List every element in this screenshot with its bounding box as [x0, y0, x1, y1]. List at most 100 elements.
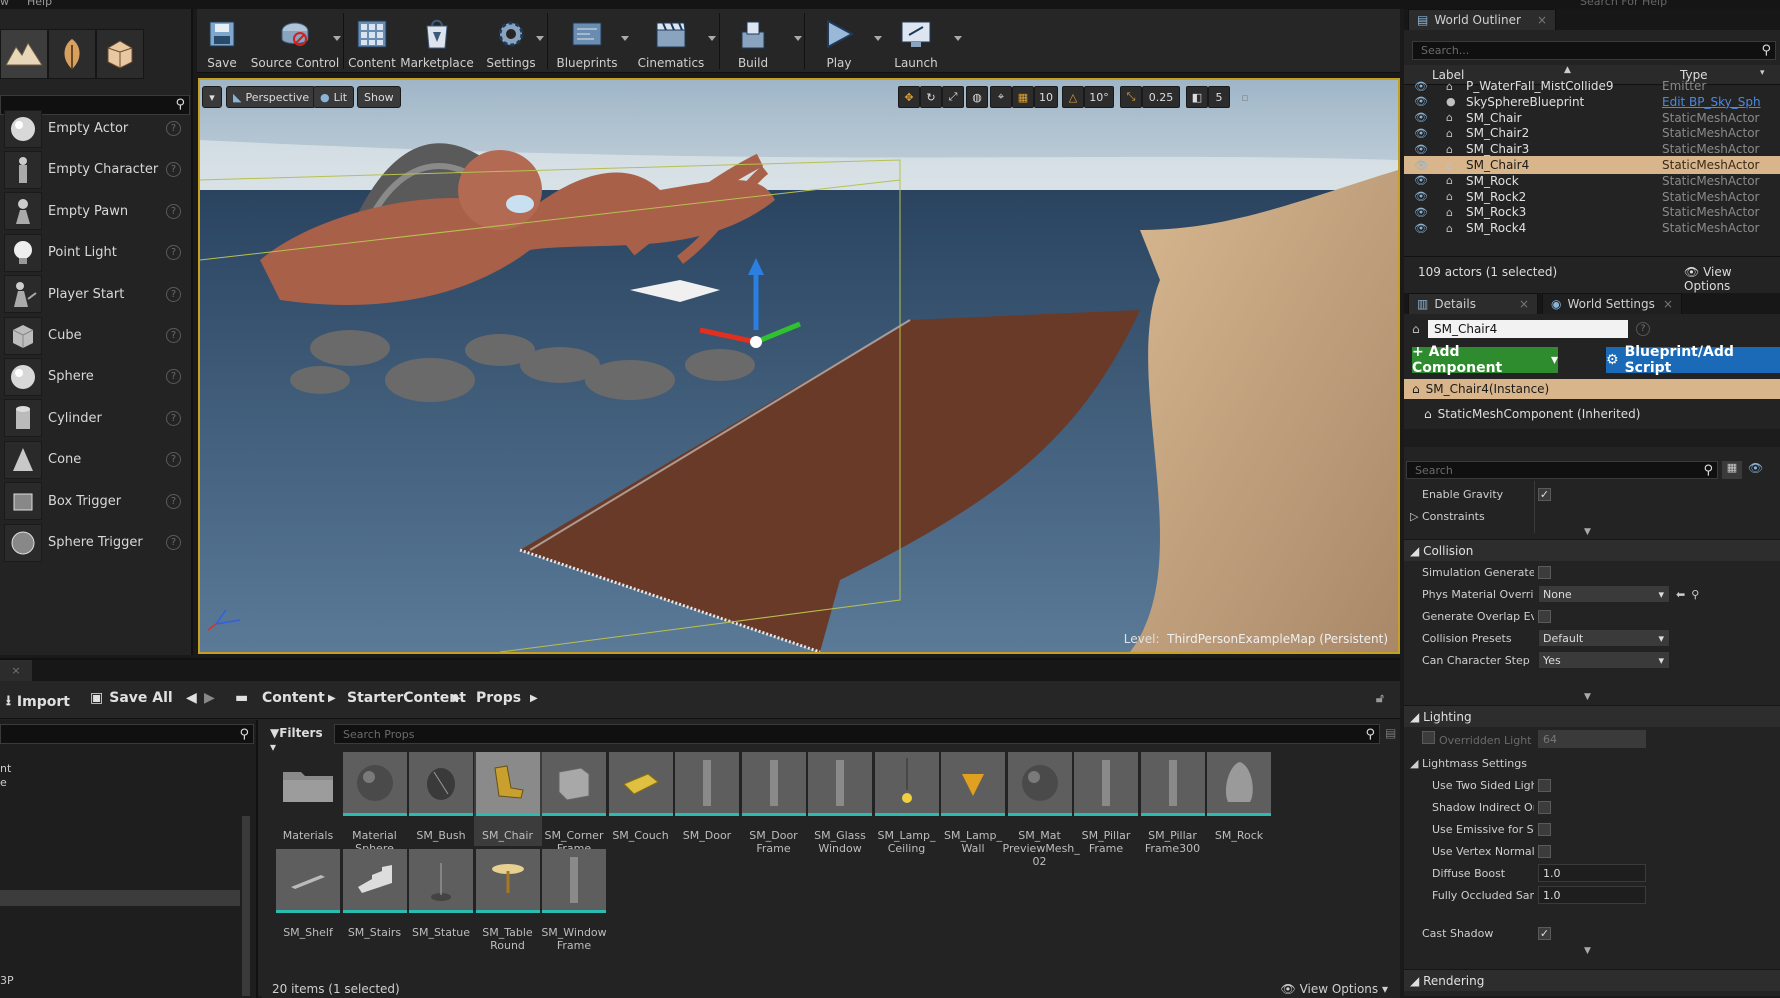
prop-checkbox[interactable]	[1538, 609, 1551, 623]
help-icon[interactable]: ?	[166, 452, 181, 468]
property-matrix-icon[interactable]: ▦	[1722, 461, 1742, 479]
breadcrumb-props[interactable]: Props	[476, 690, 521, 706]
asset-tile[interactable]: SM_Rock	[1205, 752, 1273, 842]
asset-tile[interactable]: Materials	[274, 752, 342, 842]
help-search-input[interactable]: Search For Help	[1580, 0, 1667, 8]
outliner-search-input[interactable]: Search... ⚲	[1412, 41, 1776, 60]
tab-details[interactable]: ▥ Details ×	[1408, 293, 1538, 314]
asset-tile[interactable]: SM_Lamp_ Wall	[939, 752, 1007, 855]
advanced-expand-icon[interactable]: ▼	[1584, 946, 1591, 956]
prop-dropdown[interactable]: None ▾	[1538, 585, 1670, 603]
overridden-light-checkbox[interactable]	[1422, 731, 1435, 744]
grid-snap-icon[interactable]: ▦	[1012, 86, 1034, 108]
details-search-input[interactable]: Search ⚲	[1406, 461, 1718, 479]
geometry-mode-button[interactable]	[96, 29, 144, 79]
asset-tile[interactable]: SM_Corner Frame	[540, 752, 608, 855]
source-control-button[interactable]: Source Control	[250, 9, 340, 73]
folder-icon[interactable]: ▬	[235, 690, 248, 706]
place-item-sphere[interactable]: Sphere?	[0, 353, 190, 400]
eye-icon[interactable]: 👁︎	[1414, 81, 1428, 93]
level-viewport[interactable]: ▾ ◣ Perspective ● Lit Show ✥ ↻ ⤢ ◍ ⌖ ▦ 10 …	[198, 78, 1400, 654]
help-icon[interactable]: ?	[166, 410, 181, 426]
close-icon[interactable]: ×	[1519, 297, 1529, 311]
import-button[interactable]: ⭳ Import	[6, 690, 70, 714]
marketplace-button[interactable]: Marketplace	[399, 9, 475, 73]
save-search-icon[interactable]: ▤	[1385, 726, 1396, 740]
eye-icon[interactable]: 👁︎	[1414, 190, 1428, 203]
folder-search-input[interactable]: ⚲	[0, 724, 254, 744]
place-item-empty-character[interactable]: Empty Character?	[0, 146, 190, 193]
asset-search-input[interactable]: Search Props ⚲	[334, 724, 1380, 744]
help-icon[interactable]: ?	[166, 328, 181, 343]
prop-checkbox[interactable]	[1538, 778, 1551, 792]
asset-tile[interactable]: SM_Door Frame	[740, 752, 808, 855]
grid-snap-value[interactable]: 10	[1034, 86, 1058, 108]
source-control-dropdown[interactable]	[333, 36, 341, 41]
overridden-light-value[interactable]: 64	[1538, 730, 1646, 748]
help-icon[interactable]: ?	[166, 286, 181, 302]
cinematics-button[interactable]: Cinematics	[631, 9, 711, 73]
help-icon[interactable]: ?	[166, 493, 181, 509]
asset-tile[interactable]: Material Sphere	[341, 752, 409, 855]
place-item-sphere-trigger[interactable]: Sphere Trigger?	[0, 519, 190, 566]
prop-dropdown[interactable]: Yes ▾	[1538, 651, 1670, 669]
eye-icon[interactable]: 👁︎	[1414, 206, 1428, 219]
help-icon[interactable]: ?	[166, 245, 181, 261]
camera-speed-icon[interactable]: ◧	[1186, 86, 1208, 108]
eye-icon[interactable]: 👁︎	[1414, 143, 1428, 156]
asset-tile[interactable]: SM_Mat PreviewMesh_ 02	[1003, 752, 1080, 868]
filters-button[interactable]: ▼Filters ▾	[270, 726, 323, 754]
show-button[interactable]: Show	[357, 86, 401, 108]
forward-button[interactable]: ▶	[204, 690, 215, 706]
tab-world-outliner[interactable]: ▤ World Outliner ×	[1408, 9, 1556, 30]
help-icon[interactable]: ?	[166, 535, 181, 550]
asset-tile[interactable]: SM_Glass Window	[806, 752, 874, 855]
help-icon[interactable]: ?	[166, 162, 181, 178]
content-button[interactable]: Content	[347, 9, 397, 73]
help-icon[interactable]: ?	[166, 203, 181, 219]
cast-shadow-checkbox[interactable]: ✓	[1538, 926, 1551, 940]
menu-window[interactable]: w	[0, 0, 9, 8]
back-button[interactable]: ◀	[186, 690, 197, 706]
launch-dropdown[interactable]	[954, 36, 962, 41]
asset-tile[interactable]: SM_Pillar Frame300	[1139, 752, 1207, 855]
close-icon[interactable]: ×	[1663, 297, 1673, 311]
component-row[interactable]: ⌂ StaticMeshComponent (Inherited)	[1424, 407, 1640, 421]
eye-icon[interactable]: 👁︎	[1414, 95, 1428, 108]
scale-snap-value[interactable]: 0.25	[1142, 86, 1180, 108]
help-icon[interactable]: ?	[1636, 322, 1650, 336]
actor-name-field[interactable]: SM_Chair4	[1428, 320, 1628, 338]
component-instance-row[interactable]: ⌂ SM_Chair4(Instance)	[1404, 379, 1780, 399]
eye-icon[interactable]: 👁︎	[1414, 159, 1428, 172]
rotate-tool-icon[interactable]: ↻	[920, 86, 942, 108]
close-icon[interactable]: ×	[1537, 13, 1547, 27]
blueprint-script-button[interactable]: ⚙ Blueprint/Add Script	[1606, 344, 1780, 376]
build-dropdown[interactable]	[794, 36, 802, 41]
column-type[interactable]: Type	[1680, 68, 1708, 82]
place-item-cone[interactable]: Cone?	[0, 436, 190, 483]
outliner-row-type[interactable]: Edit BP_Sky_Sph	[1662, 95, 1761, 109]
place-item-cube[interactable]: Cube?	[0, 312, 190, 359]
prop-checkbox[interactable]	[1538, 844, 1551, 858]
outliner-row[interactable]: 👁︎ ⌂ SM_Rock4 StaticMeshActor	[1404, 219, 1780, 237]
place-item-empty-actor[interactable]: Empty Actor?	[0, 105, 190, 152]
help-icon[interactable]: ?	[166, 121, 181, 136]
tab-world-settings[interactable]: ◉ World Settings ×	[1542, 293, 1682, 314]
asset-tile[interactable]: SM_Stairs	[341, 849, 409, 939]
lit-button[interactable]: ● Lit	[313, 86, 355, 108]
prop-checkbox[interactable]	[1538, 822, 1551, 836]
use-selected-icon[interactable]: ⬅	[1676, 588, 1685, 601]
place-item-box-trigger[interactable]: Box Trigger?	[0, 478, 190, 525]
place-item-cylinder[interactable]: Cylinder?	[0, 395, 190, 442]
menu-help[interactable]: Help	[27, 0, 52, 8]
translate-tool-icon[interactable]: ✥	[898, 86, 920, 108]
breadcrumb-startercontent[interactable]: StarterContent	[347, 690, 466, 706]
eye-icon[interactable]: 👁︎	[1748, 461, 1763, 475]
maximize-viewport-icon[interactable]: ▫	[1236, 86, 1254, 108]
tree-item[interactable]: 3P	[0, 974, 14, 987]
prop-number-field[interactable]: 1.0	[1538, 864, 1646, 882]
prop-lightmass-settings[interactable]: ◢ Lightmass Settings	[1404, 752, 1780, 774]
asset-view-options[interactable]: 👁︎ View Options ▾	[1281, 982, 1389, 996]
place-mode-button[interactable]	[0, 29, 48, 79]
settings-button[interactable]: Settings	[479, 9, 543, 73]
